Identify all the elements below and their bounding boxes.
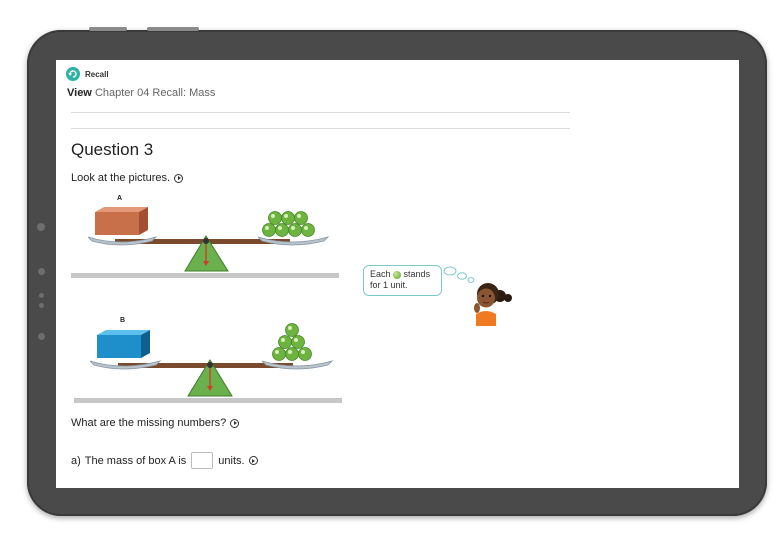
answer-input-a[interactable]	[191, 452, 214, 469]
question-ask: What are the missing numbers?	[71, 417, 240, 429]
balance-figure-a: A	[71, 195, 339, 278]
hint-text-line2: for 1 unit.	[370, 280, 408, 290]
play-audio-icon[interactable]	[174, 173, 184, 183]
part-a-label: a)	[71, 454, 81, 467]
question-ask-text: What are the missing numbers?	[71, 417, 227, 429]
box-b	[97, 330, 150, 358]
hint-bubble: Each stands for 1 unit.	[363, 265, 442, 296]
instruction-text: Look at the pictures.	[71, 172, 171, 184]
brand-label: Recall	[85, 69, 109, 79]
part-a-text: The mass of box A is	[84, 454, 187, 467]
pivot	[207, 362, 213, 368]
part-a-unit: units.	[218, 454, 245, 467]
pivot	[203, 238, 209, 244]
volume-button	[147, 27, 199, 31]
sensor-dot	[39, 303, 44, 308]
box-a	[95, 207, 148, 235]
divider	[71, 128, 570, 129]
question-title: Question 3	[71, 140, 154, 159]
breadcrumb-view[interactable]: View	[67, 87, 92, 99]
hint-text-after: stands	[403, 269, 431, 279]
sensor-dot	[38, 268, 45, 275]
marble-pile-a	[262, 211, 315, 237]
marble-pile-b	[272, 323, 312, 361]
marble-icon	[393, 270, 402, 279]
sensor-dot	[39, 293, 44, 298]
screen: Recall View Chapter 04 Recall: Mass Ques…	[56, 60, 739, 488]
table-surface	[71, 273, 339, 278]
breadcrumb: View Chapter 04 Recall: Mass	[67, 87, 215, 99]
hint-text-before: Each	[370, 269, 391, 279]
table-surface	[74, 398, 342, 403]
part-a: a) The mass of box A is units.	[71, 452, 258, 469]
instruction: Look at the pictures.	[71, 172, 184, 184]
balance-figure-b: B	[74, 317, 342, 403]
brand[interactable]: Recall	[66, 67, 109, 81]
play-audio-icon[interactable]	[230, 418, 240, 428]
figure-label: B	[120, 317, 125, 324]
divider	[71, 112, 570, 113]
breadcrumb-path: Chapter 04 Recall: Mass	[94, 87, 216, 99]
figure-label: A	[117, 195, 122, 202]
girl-character	[474, 283, 512, 326]
camera-dot	[37, 223, 45, 231]
recall-logo-icon	[66, 67, 80, 81]
sensor-dot	[38, 333, 45, 340]
play-audio-icon[interactable]	[248, 456, 258, 465]
power-button	[89, 27, 127, 31]
